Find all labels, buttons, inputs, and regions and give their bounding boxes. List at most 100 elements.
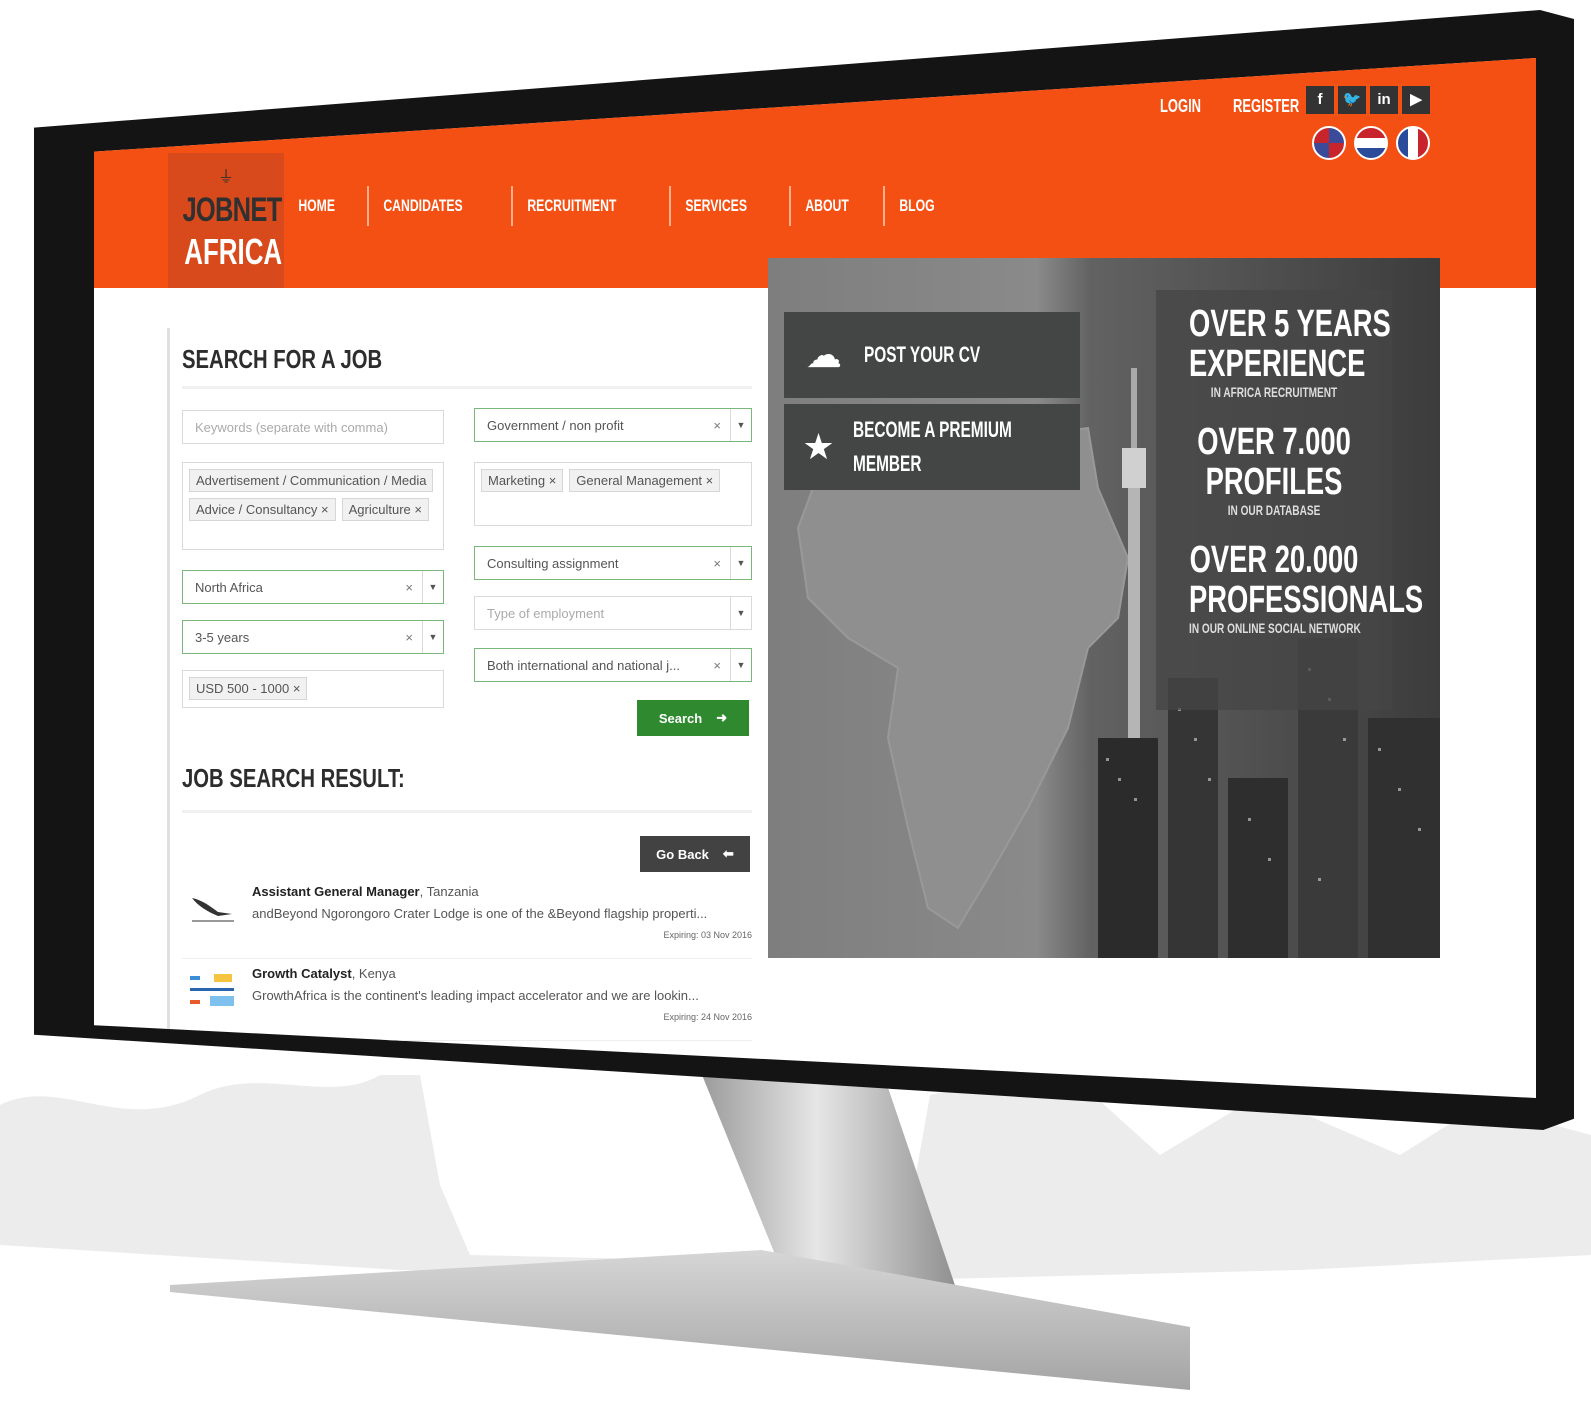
andbeyond-logo — [192, 898, 234, 922]
clear-icon[interactable]: × — [713, 418, 721, 433]
dutch-flag-icon[interactable] — [1354, 126, 1388, 160]
job-title[interactable]: Assistant General Manager, Tanzania — [252, 884, 479, 899]
function-tag[interactable]: General Management × — [569, 469, 721, 492]
youtube-icon[interactable]: ▶ — [1402, 86, 1430, 114]
category-tag[interactable]: Agriculture × — [341, 498, 429, 521]
nav-recruitment[interactable]: RECRUITMENT — [523, 196, 621, 216]
post-cv-label: POST YOUR CV — [864, 342, 981, 367]
jobnet-africa-logo[interactable]: ⏚ JOBNET AFRICA — [168, 153, 284, 288]
search-title: SEARCH FOR A JOB — [182, 344, 383, 374]
chevron-down-icon[interactable]: ▼ — [730, 597, 751, 629]
post-cv-button[interactable]: ☁ POST YOUR CV — [784, 312, 1080, 398]
clear-icon[interactable]: × — [713, 556, 721, 571]
stat-2-sub: IN OUR DATABASE — [1227, 502, 1321, 518]
tag-label: General Management — [576, 473, 703, 488]
register-link[interactable]: REGISTER — [1233, 96, 1299, 117]
chevron-down-icon[interactable]: ▼ — [730, 547, 751, 579]
go-back-button[interactable]: Go Back ⬅ — [640, 836, 750, 872]
function-tag[interactable]: Marketing × — [481, 469, 564, 492]
job-expiry: Expiring: 03 Nov 2016 — [663, 930, 752, 940]
tag-label: USD 500 - 1000 — [196, 681, 290, 696]
english-flag-icon[interactable] — [1312, 126, 1346, 160]
nav-divider — [668, 186, 671, 226]
category-tag[interactable]: Advice / Consultancy × — [189, 498, 336, 521]
language-flags — [1312, 126, 1430, 160]
stat-3-sub: IN OUR ONLINE SOCIAL NETWORK — [1189, 620, 1361, 636]
search-button[interactable]: Search ➜ — [637, 700, 749, 736]
job-position: Growth Catalyst — [252, 966, 352, 981]
functions-multiselect[interactable]: Marketing × General Management × — [474, 462, 752, 526]
stats-panel: OVER 5 YEARS EXPERIENCE IN AFRICA RECRUI… — [1156, 290, 1424, 710]
stat-2-line2: PROFILES — [1205, 461, 1343, 503]
stat-1-line1: OVER 5 YEARS — [1189, 303, 1391, 345]
region-select[interactable]: North Africa × ▼ — [182, 570, 444, 604]
login-link[interactable]: LOGIN — [1160, 96, 1201, 117]
stat-3-line1: OVER 20.000 — [1189, 539, 1359, 581]
screen: ⏚ JOBNET AFRICA HOME CANDIDATES RECRUITM… — [94, 58, 1536, 1098]
employment-type-select[interactable]: Type of employment ▼ — [474, 596, 752, 630]
nav-candidates[interactable]: CANDIDATES — [379, 196, 467, 216]
linkedin-icon[interactable]: in — [1370, 86, 1398, 114]
clear-icon[interactable]: × — [405, 580, 413, 595]
logo-line2: AFRICA — [184, 231, 283, 272]
nav-divider — [367, 186, 369, 226]
nav-home[interactable]: HOME — [294, 196, 339, 216]
tag-label: Advice / Consultancy — [196, 502, 318, 517]
growthafrica-logo — [190, 974, 234, 1006]
categories-multiselect[interactable]: Advertisement / Communication / Media Ad… — [182, 462, 444, 550]
contract-value: Consulting assignment — [487, 556, 619, 571]
sector-select[interactable]: Government / non profit × ▼ — [474, 408, 752, 442]
experience-select[interactable]: 3-5 years × ▼ — [182, 620, 444, 654]
chevron-down-icon[interactable]: ▼ — [730, 649, 751, 681]
nav-about[interactable]: ABOUT — [801, 196, 853, 216]
scope-value: Both international and national j... — [487, 658, 680, 673]
job-position: Assistant General Manager — [252, 884, 420, 899]
facebook-icon[interactable]: f — [1306, 86, 1334, 114]
category-tag[interactable]: Advertisement / Communication / Media — [189, 469, 434, 492]
clear-icon[interactable]: × — [713, 658, 721, 673]
job-list-item[interactable]: Assistant General Manager, Tanzania andB… — [182, 884, 752, 959]
results-title: JOB SEARCH RESULT: — [182, 763, 405, 793]
job-location: , Kenya — [351, 966, 396, 981]
nav-blog[interactable]: BLOG — [895, 196, 939, 216]
french-flag-icon[interactable] — [1396, 126, 1430, 160]
sector-value: Government / non profit — [487, 418, 624, 433]
divider — [182, 386, 752, 389]
job-description: GrowthAfrica is the continent's leading … — [252, 988, 699, 1003]
salary-tag[interactable]: USD 500 - 1000 × — [189, 677, 308, 700]
nav-divider — [883, 186, 886, 226]
cloud-upload-icon: ☁ — [806, 334, 842, 375]
arrow-right-icon: ➜ — [716, 710, 728, 725]
clear-icon[interactable]: × — [405, 630, 413, 645]
hero-banner: ☁ POST YOUR CV ★ BECOME A PREMIUM MEMBER … — [768, 258, 1440, 958]
tag-label: Marketing — [488, 473, 546, 488]
job-expiry: Expiring: 24 Nov 2016 — [663, 1012, 752, 1022]
keywords-input[interactable]: Keywords (separate with comma) — [182, 410, 444, 444]
chevron-down-icon[interactable]: ▼ — [422, 621, 443, 653]
search-button-label: Search — [658, 710, 703, 726]
tag-label: Advertisement / Communication / Media — [196, 473, 427, 488]
pin-icon: ⏚ — [218, 169, 235, 186]
premium-member-button[interactable]: ★ BECOME A PREMIUM MEMBER — [784, 404, 1080, 490]
account-links: LOGIN REGISTER — [1160, 96, 1325, 117]
chevron-down-icon[interactable]: ▼ — [422, 571, 443, 603]
job-list-item[interactable]: Growth Catalyst, Kenya GrowthAfrica is t… — [182, 966, 752, 1041]
salary-multiselect[interactable]: USD 500 - 1000 × — [182, 670, 444, 708]
contract-select[interactable]: Consulting assignment × ▼ — [474, 546, 752, 580]
nav-divider — [511, 186, 514, 226]
stat-1-line2: EXPERIENCE — [1189, 343, 1366, 385]
main-nav: HOME CANDIDATES RECRUITMENT SERVICES ABO… — [294, 186, 956, 226]
nav-services[interactable]: SERVICES — [681, 196, 751, 216]
job-title[interactable]: Growth Catalyst, Kenya — [252, 966, 396, 981]
monitor-bezel: ⏚ JOBNET AFRICA HOME CANDIDATES RECRUITM… — [34, 10, 1574, 1130]
stat-2-line1: OVER 7.000 — [1197, 421, 1351, 463]
premium-label: BECOME A PREMIUM MEMBER — [853, 413, 1012, 481]
arrow-left-icon: ⬅ — [722, 846, 734, 861]
experience-value: 3-5 years — [195, 630, 250, 645]
scope-select[interactable]: Both international and national j... × ▼ — [474, 648, 752, 682]
twitter-icon[interactable]: 🐦 — [1338, 86, 1366, 114]
stat-3-line2: PROFESSIONALS — [1189, 579, 1424, 621]
stat-1-sub: IN AFRICA RECRUITMENT — [1210, 384, 1338, 400]
chevron-down-icon[interactable]: ▼ — [730, 409, 751, 441]
social-links: f 🐦 in ▶ — [1306, 86, 1430, 114]
